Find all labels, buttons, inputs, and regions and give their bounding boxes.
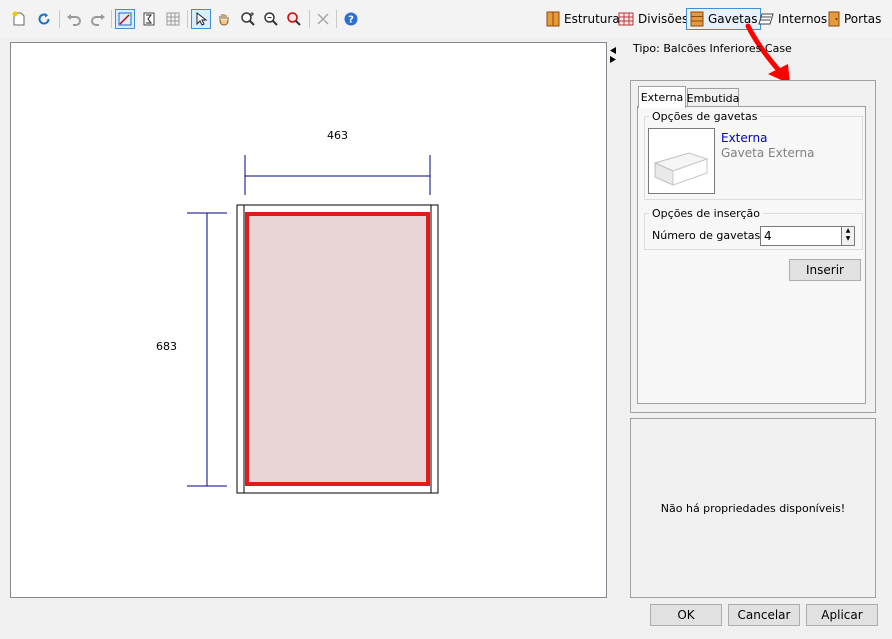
apply-button[interactable]: Aplicar — [806, 604, 878, 626]
drawer-thumbnail[interactable] — [648, 128, 715, 194]
properties-panel: Não há propriedades disponíveis! — [630, 418, 876, 598]
drawer-count-stepper[interactable]: ▲ ▼ — [841, 226, 855, 246]
ok-button[interactable]: OK — [650, 604, 722, 626]
insertion-options-title: Opções de inserção — [649, 207, 763, 220]
grid-icon[interactable] — [163, 9, 183, 29]
tab-externa[interactable]: Externa — [638, 86, 686, 108]
drawer-option-desc: Gaveta Externa — [721, 146, 815, 160]
divisions-icon — [618, 12, 634, 26]
estrutura-label: Estrutura — [564, 12, 620, 26]
undo-icon[interactable] — [64, 9, 84, 29]
svg-text:?: ? — [348, 15, 354, 26]
drawer-count-label: Número de gavetas: — [652, 229, 764, 242]
cancel-button[interactable]: Cancelar — [728, 604, 800, 626]
zoom-fit-icon[interactable] — [261, 9, 281, 29]
cabinet-icon — [546, 11, 560, 27]
portas-button[interactable]: Portas — [825, 8, 884, 30]
divisoes-button[interactable]: Divisões — [615, 8, 691, 30]
drawer-options-title: Opções de gavetas — [649, 110, 761, 123]
height-label: 683 — [156, 340, 177, 353]
refresh-icon[interactable] — [34, 9, 54, 29]
no-properties-message: Não há propriedades disponíveis! — [660, 502, 846, 515]
estrutura-button[interactable]: Estrutura — [543, 8, 623, 30]
door-icon — [828, 11, 840, 27]
tab-embutida[interactable]: Embutida — [687, 88, 739, 108]
divisoes-label: Divisões — [638, 12, 689, 26]
drawer-preview-icon — [653, 152, 709, 186]
width-label: 463 — [327, 129, 348, 142]
drawing-canvas[interactable]: 463 683 — [10, 42, 607, 598]
insert-button[interactable]: Inserir — [789, 259, 861, 281]
collapse-panel-icon[interactable] — [609, 46, 617, 64]
new-icon[interactable] — [9, 9, 29, 29]
draw-mode-icon[interactable] — [115, 9, 135, 29]
stepper-down-icon[interactable]: ▼ — [842, 235, 854, 243]
sum-icon[interactable] — [139, 9, 159, 29]
zoom-window-icon[interactable] — [284, 9, 304, 29]
pan-hand-icon[interactable] — [214, 9, 234, 29]
selected-drawer-area[interactable] — [245, 212, 430, 486]
portas-label: Portas — [844, 12, 882, 26]
tipo-label: Tipo: Balcões Inferiores Case — [633, 42, 792, 55]
zoom-in-icon[interactable] — [238, 9, 258, 29]
cabinet-drawing — [187, 155, 439, 494]
pointer-icon[interactable] — [191, 9, 211, 29]
drawer-option-name[interactable]: Externa — [721, 131, 767, 145]
help-icon[interactable]: ? — [341, 9, 361, 29]
stepper-up-icon[interactable]: ▲ — [842, 227, 854, 235]
width-dimension — [244, 155, 431, 195]
redo-icon[interactable] — [88, 9, 108, 29]
drawers-icon — [690, 11, 704, 27]
delete-icon[interactable] — [313, 9, 333, 29]
height-dimension — [187, 212, 227, 487]
drawer-count-input[interactable] — [760, 226, 842, 246]
